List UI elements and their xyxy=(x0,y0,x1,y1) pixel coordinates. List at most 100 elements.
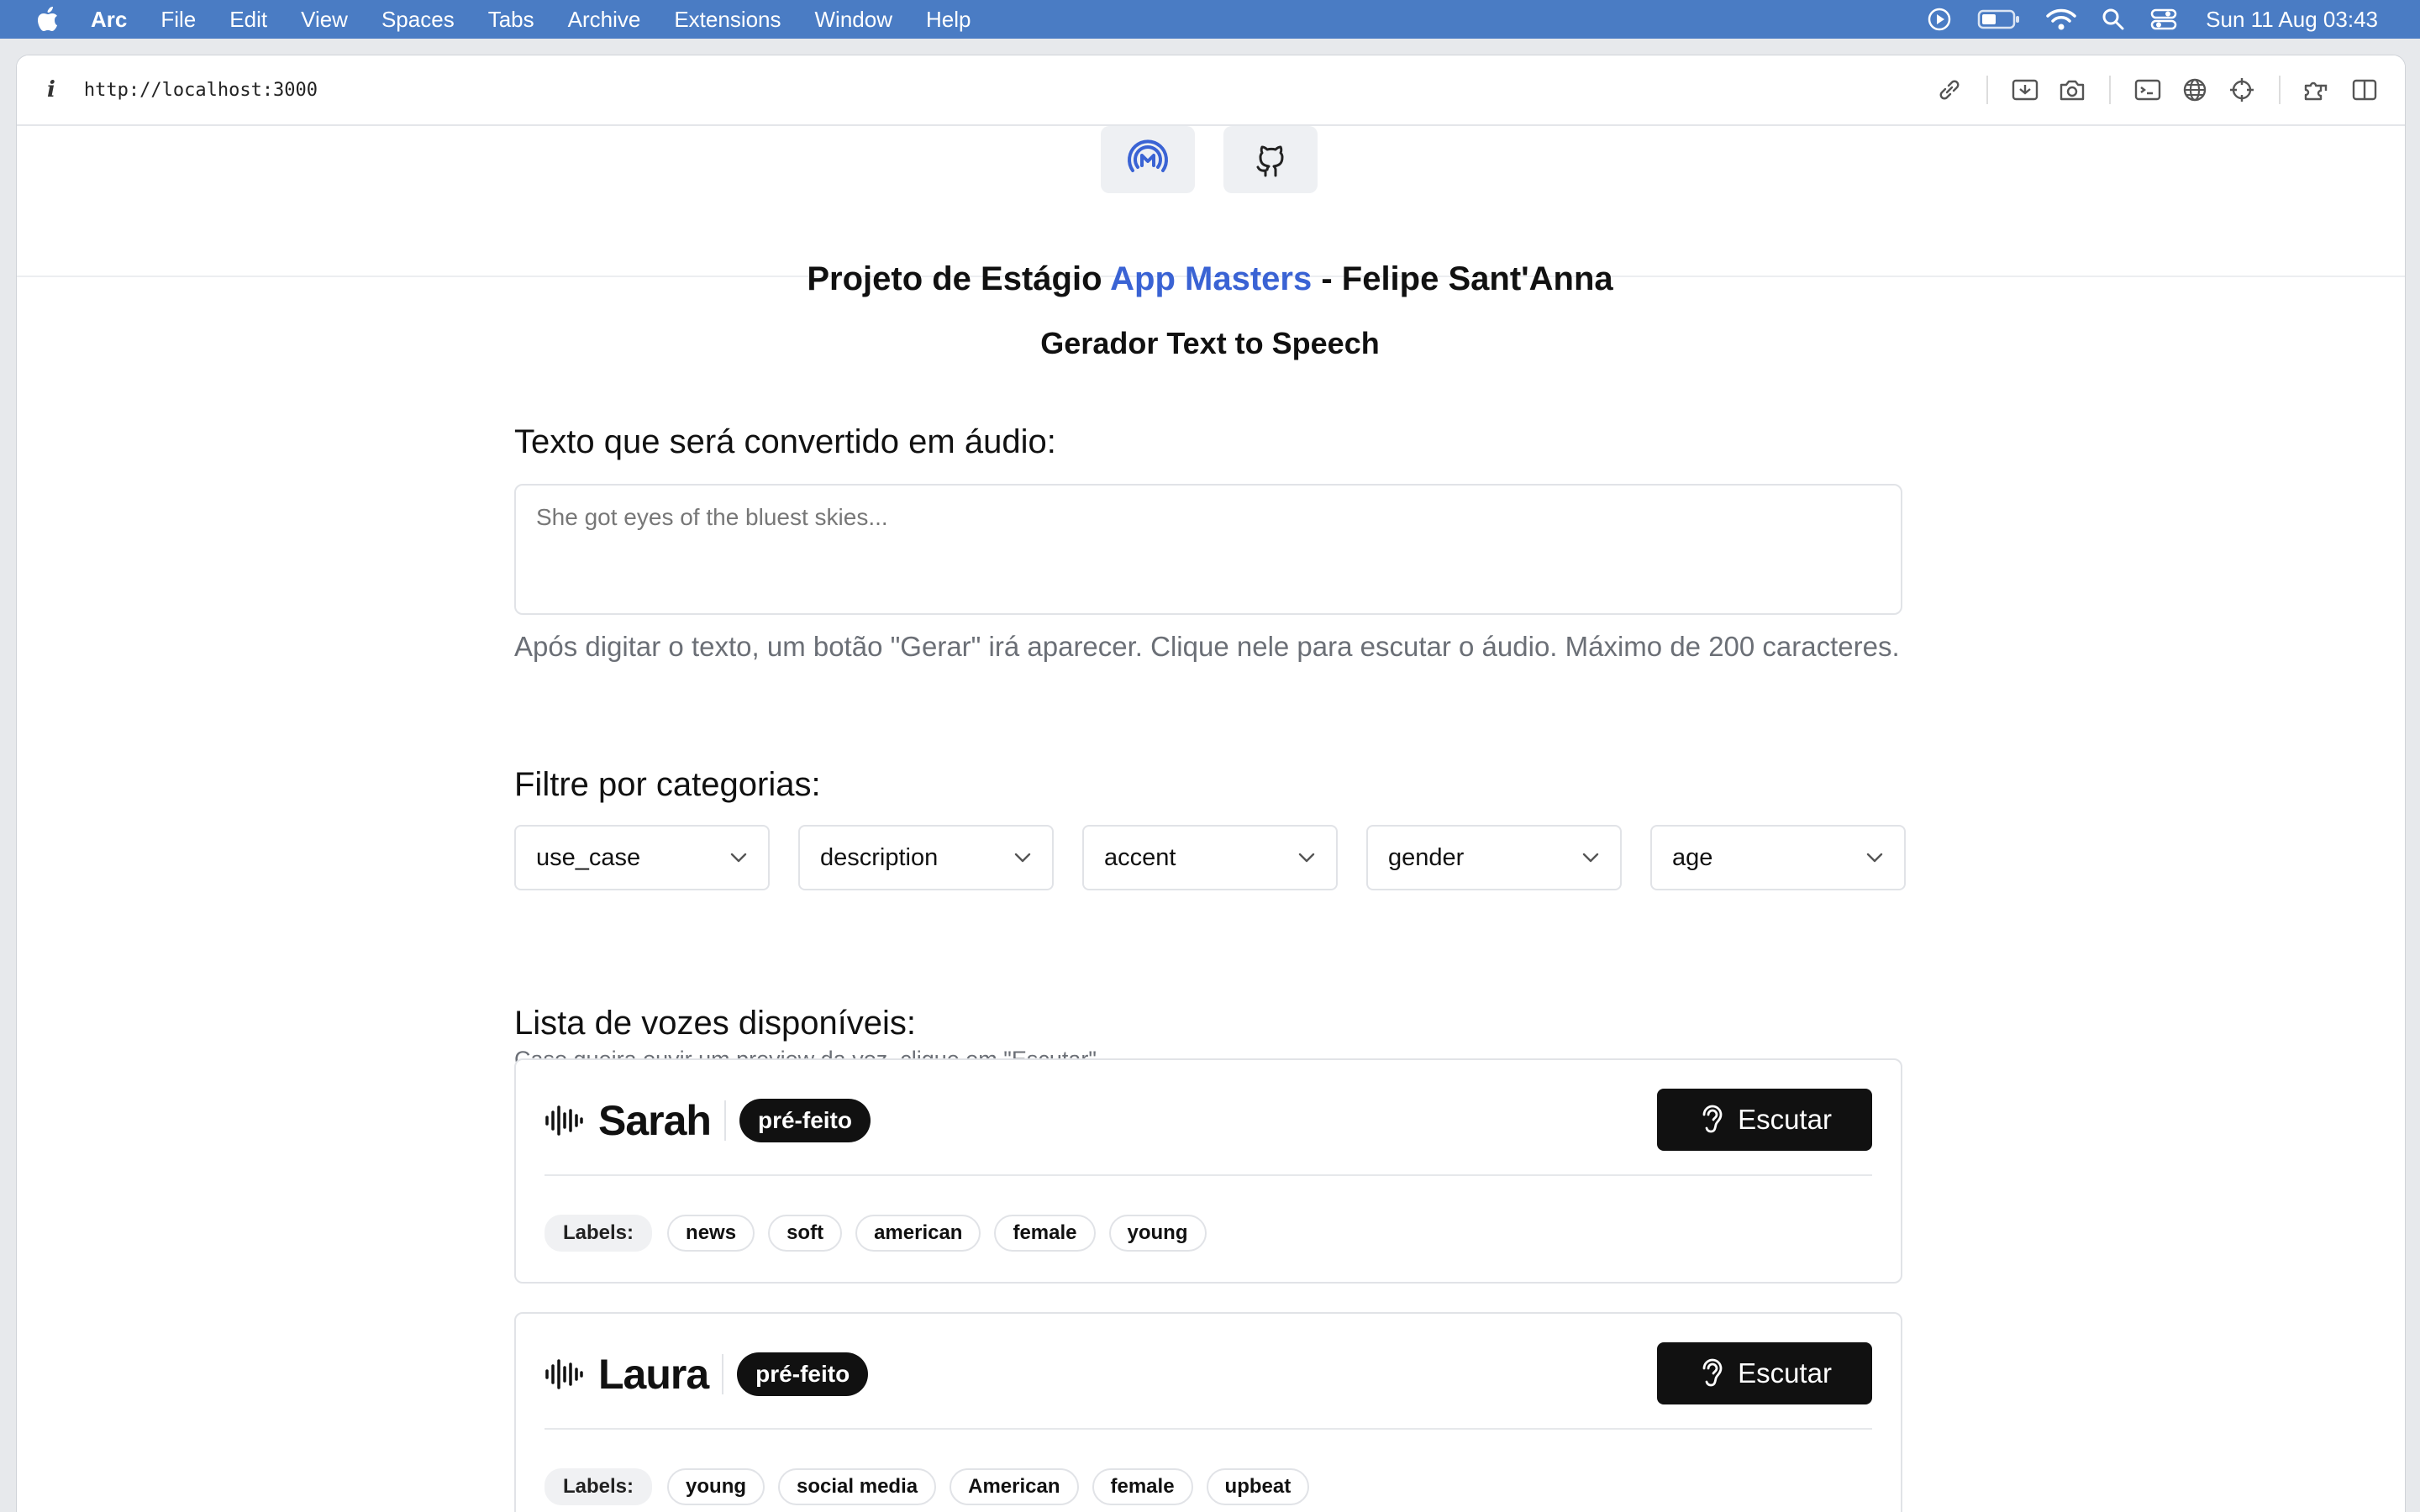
terminal-icon[interactable] xyxy=(2124,66,2171,113)
ear-icon xyxy=(1702,1358,1723,1387)
voice-label-tag: American xyxy=(950,1468,1079,1505)
header-divider xyxy=(723,1100,726,1141)
voice-label-tag: young xyxy=(1108,1215,1207,1252)
voice-label-tag: social media xyxy=(778,1468,937,1505)
text-input[interactable]: She got eyes of the bluest skies... xyxy=(514,484,1902,615)
globe-icon[interactable] xyxy=(2171,66,2218,113)
url-field[interactable]: http://localhost:3000 xyxy=(84,80,318,101)
filter-accent-select[interactable]: accent xyxy=(1082,825,1338,890)
text-input-placeholder: She got eyes of the bluest skies... xyxy=(536,504,888,530)
capture-icon[interactable] xyxy=(2002,66,2049,113)
filter-value: description xyxy=(820,843,939,871)
text-section-heading: Texto que será convertido em áudio: xyxy=(514,423,1056,460)
voice-name: Sarah xyxy=(598,1097,712,1144)
menu-spaces[interactable]: Spaces xyxy=(381,7,455,33)
filter-value: use_case xyxy=(536,843,641,871)
menu-help[interactable]: Help xyxy=(926,7,971,33)
voice-name: Laura xyxy=(598,1351,709,1398)
filter-value: accent xyxy=(1104,843,1176,871)
filter-use-case-select[interactable]: use_case xyxy=(514,825,770,890)
apple-icon[interactable] xyxy=(34,7,62,32)
control-center-icon[interactable] xyxy=(2150,8,2177,31)
battery-icon[interactable] xyxy=(1977,8,2021,30)
chevron-down-icon xyxy=(1582,853,1599,863)
filter-value: gender xyxy=(1388,843,1465,871)
labels-title: Labels: xyxy=(544,1215,653,1252)
text-input-hint: Após digitar o texto, um botão "Gerar" i… xyxy=(514,631,1900,662)
listen-button[interactable]: Escutar xyxy=(1657,1342,1872,1404)
filter-row: use_case description accent gender age xyxy=(514,825,1906,894)
now-playing-icon[interactable] xyxy=(1927,7,1952,32)
voices-section-heading: Lista de vozes disponíveis: xyxy=(514,1005,917,1042)
browser-toolbar: i http://localhost:3000 xyxy=(17,55,2405,126)
browser-window: i http://localhost:3000 Projeto de Estág… xyxy=(17,55,2405,1512)
status-area: Sun 11 Aug 03:43 xyxy=(1902,0,2378,39)
voice-label-tag: american xyxy=(855,1215,981,1252)
toolbar-actions xyxy=(1926,55,2388,124)
voice-labels: Labels: young social media American fema… xyxy=(544,1468,1323,1505)
voice-label-tag: female xyxy=(1092,1468,1193,1505)
voice-label-tag: soft xyxy=(768,1215,843,1252)
listen-button[interactable]: Escutar xyxy=(1657,1089,1872,1151)
voice-card-sarah: Sarah pré-feito Escutar Labels: news sof… xyxy=(514,1058,1902,1284)
labels-title: Labels: xyxy=(544,1468,653,1505)
voice-card-header: Laura pré-feito Escutar xyxy=(544,1342,1872,1406)
app-masters-logo-icon xyxy=(1128,139,1168,172)
toolbar-divider xyxy=(1986,76,1988,104)
menu-archive[interactable]: Archive xyxy=(568,7,641,33)
sidebar-toggle-icon[interactable] xyxy=(2341,66,2388,113)
menu-extensions[interactable]: Extensions xyxy=(674,7,781,33)
filter-section-heading: Filtre por categorias: xyxy=(514,766,821,803)
audio-waveform-icon xyxy=(544,1104,585,1137)
page-subtitle: Gerador Text to Speech xyxy=(1040,326,1380,360)
menu-view[interactable]: View xyxy=(301,7,348,33)
search-icon[interactable] xyxy=(2102,8,2125,31)
voice-label-tag: upbeat xyxy=(1206,1468,1310,1505)
menu-edit[interactable]: Edit xyxy=(229,7,267,33)
extensions-icon[interactable] xyxy=(2294,66,2341,113)
filter-gender-select[interactable]: gender xyxy=(1366,825,1622,890)
toolbar-divider xyxy=(2279,76,2281,104)
app-masters-logo-button[interactable] xyxy=(1101,126,1195,193)
voice-label-tag: female xyxy=(994,1215,1096,1252)
camera-icon[interactable] xyxy=(2049,66,2096,113)
listen-button-label: Escutar xyxy=(1738,1357,1832,1389)
menu-file[interactable]: File xyxy=(160,7,196,33)
chevron-down-icon xyxy=(1866,853,1883,863)
menu-clock[interactable]: Sun 11 Aug 03:43 xyxy=(2206,7,2378,33)
site-info-icon[interactable]: i xyxy=(47,77,55,102)
copy-link-icon[interactable] xyxy=(1926,66,1973,113)
filter-description-select[interactable]: description xyxy=(798,825,1054,890)
voice-card-laura: Laura pré-feito Escutar Labels: young so… xyxy=(514,1312,1902,1512)
chevron-down-icon xyxy=(730,853,747,863)
card-divider xyxy=(544,1174,1872,1176)
menu-tabs[interactable]: Tabs xyxy=(488,7,534,33)
menu-window[interactable]: Window xyxy=(815,7,892,33)
voice-category-badge: pré-feito xyxy=(739,1099,871,1142)
github-icon xyxy=(1256,145,1284,177)
menu-app-name[interactable]: Arc xyxy=(91,7,127,33)
crosshair-icon[interactable] xyxy=(2218,66,2265,113)
toolbar-divider xyxy=(2109,76,2111,104)
title-brand: App Masters xyxy=(1110,260,1313,297)
title-suffix: - Felipe Sant'Anna xyxy=(1312,260,1613,297)
site-header xyxy=(17,126,2405,277)
wifi-icon[interactable] xyxy=(2046,8,2076,31)
title-prefix: Projeto de Estágio xyxy=(807,260,1111,297)
filter-age-select[interactable]: age xyxy=(1650,825,1906,890)
card-divider xyxy=(544,1428,1872,1430)
header-divider xyxy=(722,1354,724,1394)
voice-label-tag: news xyxy=(667,1215,755,1252)
voice-card-header: Sarah pré-feito Escutar xyxy=(544,1089,1872,1152)
filter-value: age xyxy=(1672,843,1713,871)
chevron-down-icon xyxy=(1014,853,1031,863)
audio-waveform-icon xyxy=(544,1357,585,1391)
listen-button-label: Escutar xyxy=(1738,1104,1832,1135)
voice-label-tag: young xyxy=(667,1468,765,1505)
voice-category-badge: pré-feito xyxy=(737,1352,869,1396)
chevron-down-icon xyxy=(1298,853,1315,863)
ear-icon xyxy=(1702,1105,1723,1133)
github-logo-button[interactable] xyxy=(1223,126,1318,193)
menu-bar: Arc File Edit View Spaces Tabs Archive E… xyxy=(0,0,2420,39)
voice-labels: Labels: news soft american female young xyxy=(544,1215,1220,1252)
